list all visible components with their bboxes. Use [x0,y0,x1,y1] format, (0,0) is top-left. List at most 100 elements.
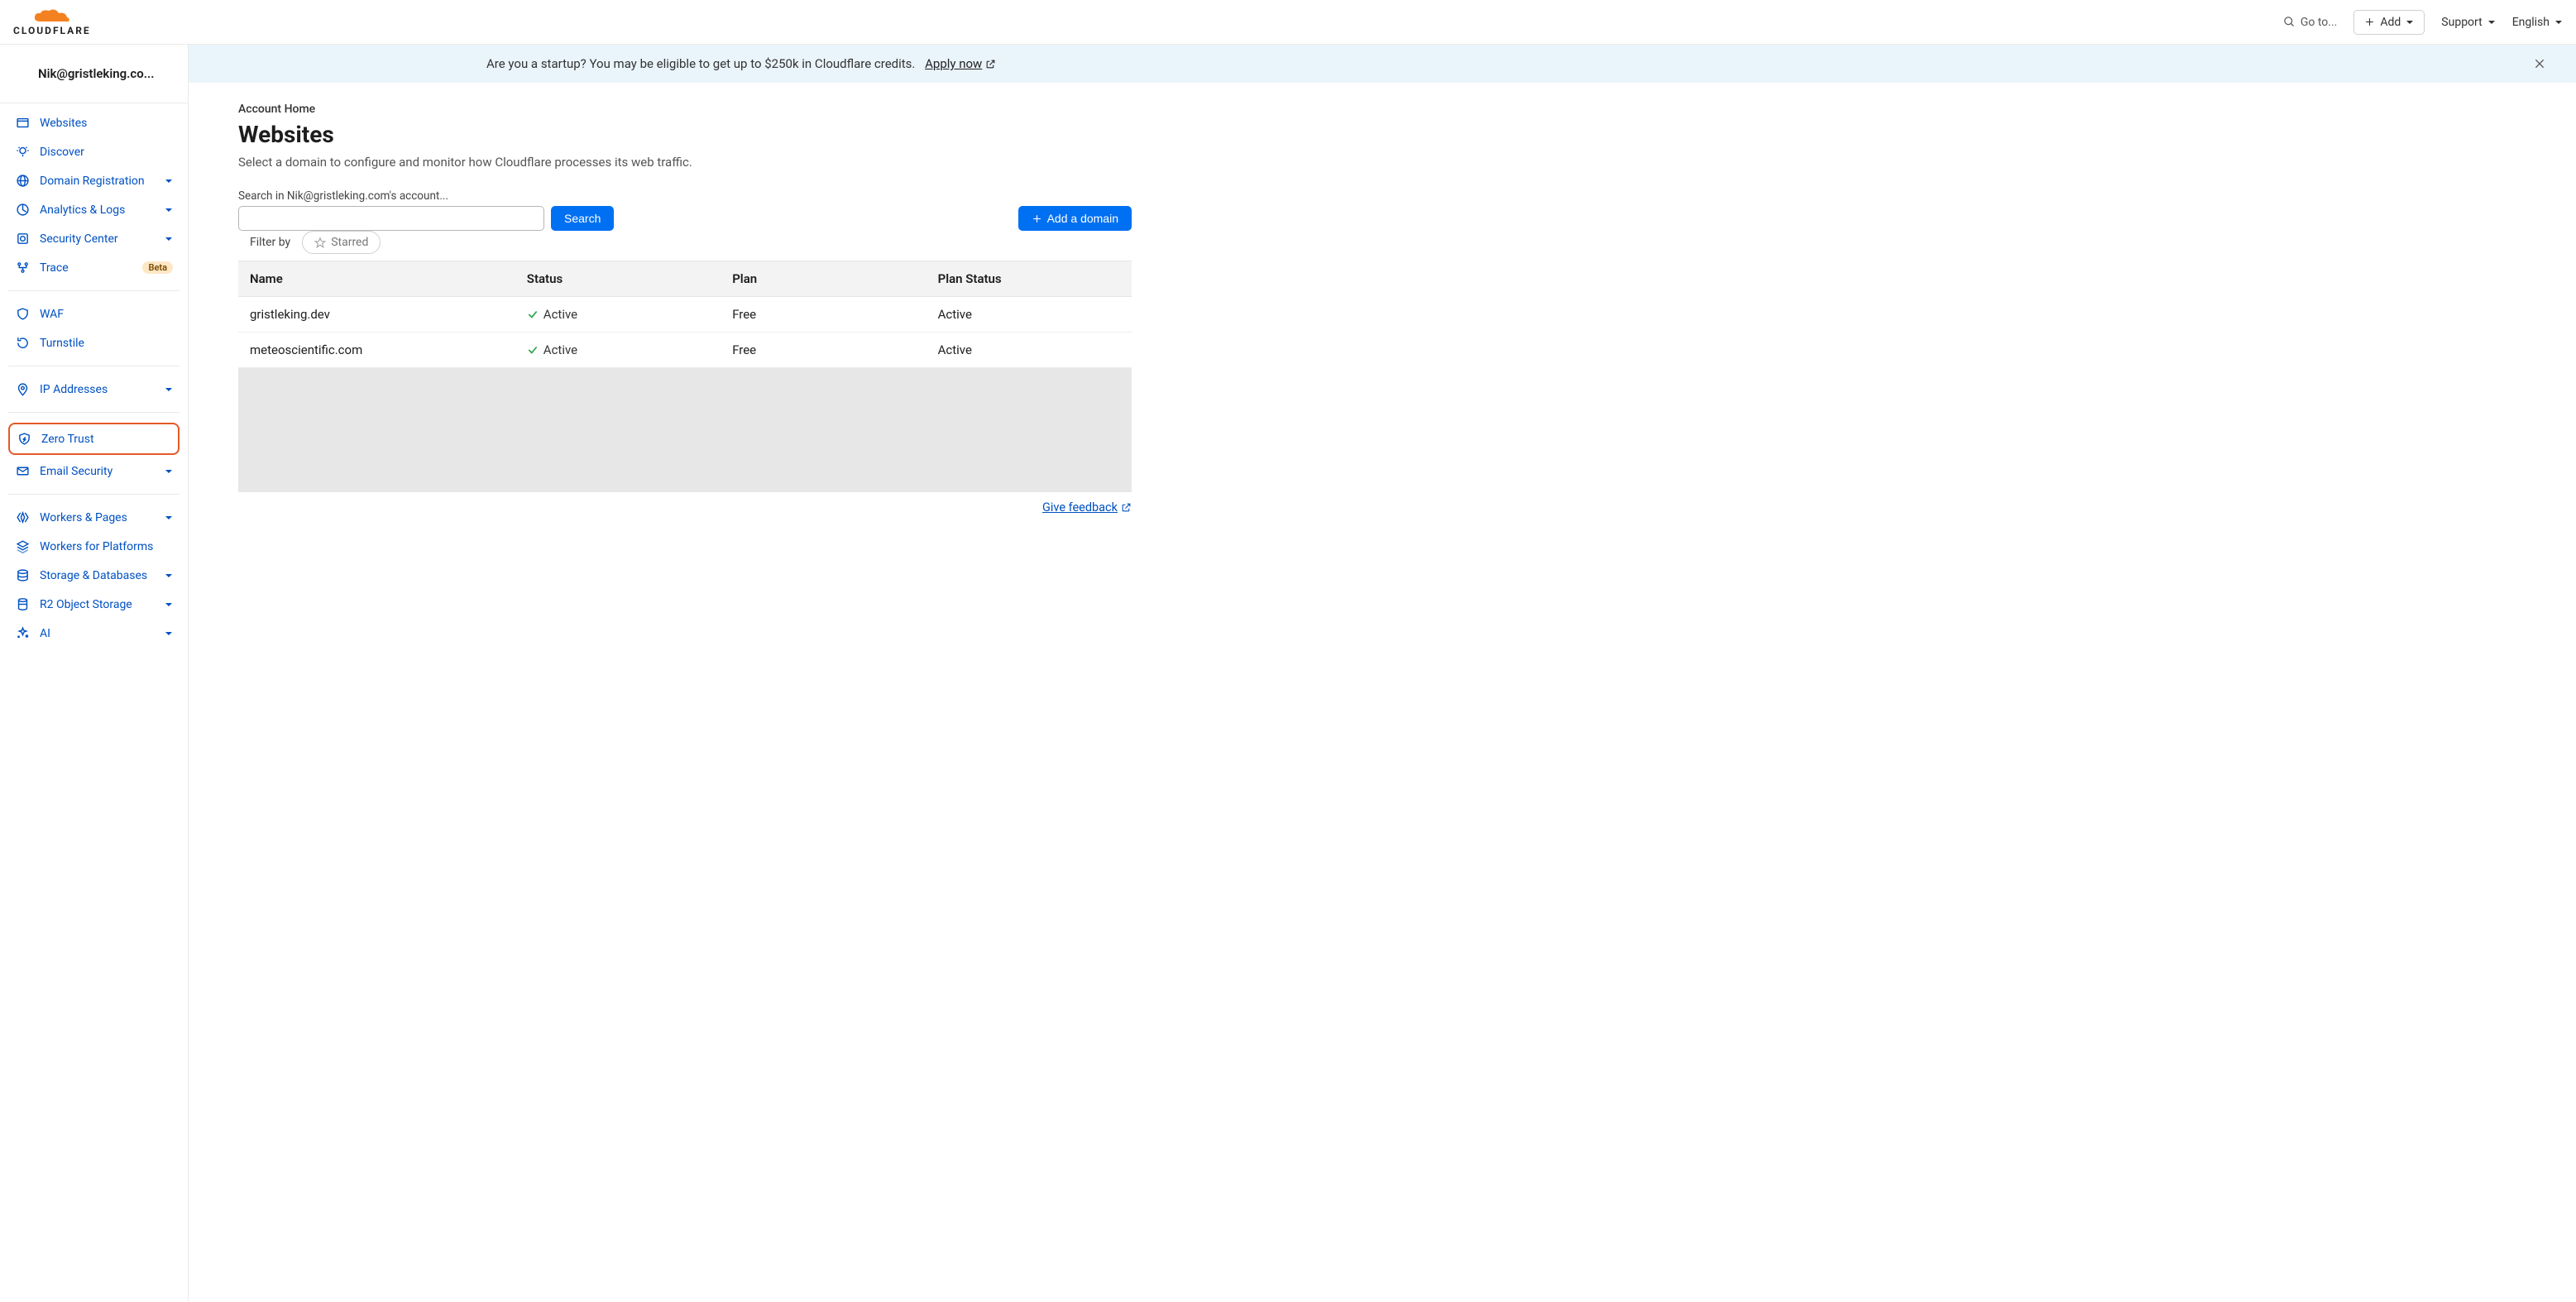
nav-separator [8,494,180,495]
starred-filter-chip[interactable]: Starred [302,231,381,254]
waf-icon [15,307,30,321]
sidebar-item-discover[interactable]: Discover [8,137,180,166]
sidebar-item-email-security[interactable]: Email Security [8,457,180,486]
external-link-icon [985,59,996,69]
add-button[interactable]: Add [2353,10,2425,35]
sidebar-item-label: Turnstile [40,337,173,350]
window-icon [15,116,30,130]
search-block: Search in Nik@gristleking.com's account.… [238,189,614,231]
cell-plan-status: Active [926,297,1132,333]
sidebar-item-websites[interactable]: Websites [8,108,180,137]
header-right: Go to... Add Support English [2283,10,2563,35]
cell-name: gristleking.dev [238,297,515,333]
cell-plan: Free [721,333,926,368]
platforms-icon [15,539,30,553]
cloudflare-logo[interactable]: CLOUDFLARE [13,8,91,36]
goto-search[interactable]: Go to... [2283,16,2338,29]
chevron-down-icon [165,235,173,243]
search-input[interactable] [238,206,544,231]
chevron-down-icon [165,385,173,394]
layout: Nik@gristleking.co... Websites Discover Do… [0,45,2576,1302]
sidebar-item-label: Analytics & Logs [40,203,155,217]
give-feedback-link[interactable]: Give feedback [1042,500,1132,515]
goto-label: Go to... [2301,16,2338,29]
sidebar-item-trace[interactable]: TraceBeta [8,253,180,282]
chevron-down-icon [165,514,173,522]
sidebar-item-zero-trust[interactable]: Zero Trust [8,423,180,455]
col-status[interactable]: Status [515,261,721,297]
workers-icon [15,510,30,524]
star-icon [314,237,326,248]
sidebar-item-storage-databases[interactable]: Storage & Databases [8,561,180,590]
cell-plan: Free [721,297,926,333]
bulb-icon [15,145,30,159]
table-row[interactable]: gristleking.dev Active Free Active [238,297,1132,333]
col-plan-status[interactable]: Plan Status [926,261,1132,297]
banner-close[interactable] [2533,57,2556,70]
globe-icon [15,174,30,188]
sidebar-item-ip-addresses[interactable]: IP Addresses [8,375,180,404]
cell-plan-status: Active [926,333,1132,368]
support-label: Support [2441,16,2482,29]
top-header: CLOUDFLARE Go to... Add Support English [0,0,2576,45]
sidebar-item-label: Email Security [40,465,155,478]
r2-icon [15,597,30,611]
db-icon [15,568,30,582]
sidebar-item-label: Discover [40,146,173,159]
sidebar-item-domain-registration[interactable]: Domain Registration [8,166,180,195]
table-row[interactable]: meteoscientific.com Active Free Active [238,333,1132,368]
sidebar: Nik@gristleking.co... Websites Discover Do… [0,45,189,1302]
sidebar-item-workers-pages[interactable]: Workers & Pages [8,503,180,532]
nav-separator [8,412,180,413]
sidebar-item-workers-for-platforms[interactable]: Workers for Platforms [8,532,180,561]
filter-label: Filter by [250,236,290,249]
close-icon [2533,57,2546,70]
chevron-down-icon [165,177,173,185]
breadcrumb[interactable]: Account Home [238,103,1132,116]
websites-table: Name Status Plan Plan Status gristleking… [238,261,1132,368]
cell-status: Active [515,333,721,368]
language-label: English [2512,16,2550,29]
nav-separator [8,290,180,291]
cell-name: meteoscientific.com [238,333,515,368]
account-name[interactable]: Nik@gristleking.co... [0,45,188,103]
support-dropdown[interactable]: Support [2441,16,2495,29]
sidebar-item-label: AI [40,627,155,640]
sidebar-item-label: Workers & Pages [40,511,155,524]
col-name[interactable]: Name [238,261,515,297]
banner-text: Are you a startup? You may be eligible t… [486,56,915,71]
sidebar-item-security-center[interactable]: Security Center [8,224,180,253]
add-label: Add [2380,16,2401,29]
chevron-down-icon [165,206,173,214]
col-plan[interactable]: Plan [721,261,926,297]
sidebar-item-label: Security Center [40,232,155,246]
shield-center-icon [15,232,30,246]
placeholder-box [238,368,1132,492]
sidebar-item-waf[interactable]: WAF [8,299,180,328]
add-domain-button[interactable]: Add a domain [1018,206,1132,231]
sidebar-item-ai[interactable]: AI [8,619,180,648]
apply-now-link[interactable]: Apply now [925,56,996,71]
zero-icon [17,432,31,446]
chevron-down-icon [165,601,173,609]
sidebar-item-label: Zero Trust [41,433,171,446]
starred-label: Starred [331,236,368,249]
sidebar-item-turnstile[interactable]: Turnstile [8,328,180,357]
subtitle: Select a domain to configure and monitor… [238,155,1132,170]
banner-content: Are you a startup? You may be eligible t… [486,56,996,71]
plus-icon [1032,213,1042,224]
sidebar-item-r2-object-storage[interactable]: R2 Object Storage [8,590,180,619]
page-title: Websites [238,121,1132,148]
caret-down-icon [2487,18,2496,26]
language-dropdown[interactable]: English [2512,16,2563,29]
chart-icon [15,203,30,217]
turnstile-icon [15,336,30,350]
search-icon [2283,16,2296,28]
caret-down-icon [2406,18,2414,26]
sidebar-item-label: Storage & Databases [40,569,155,582]
plus-icon [2364,17,2375,27]
search-button[interactable]: Search [551,206,614,231]
sidebar-item-analytics-logs[interactable]: Analytics & Logs [8,195,180,224]
chevron-down-icon [165,467,173,476]
caret-down-icon [2554,18,2563,26]
